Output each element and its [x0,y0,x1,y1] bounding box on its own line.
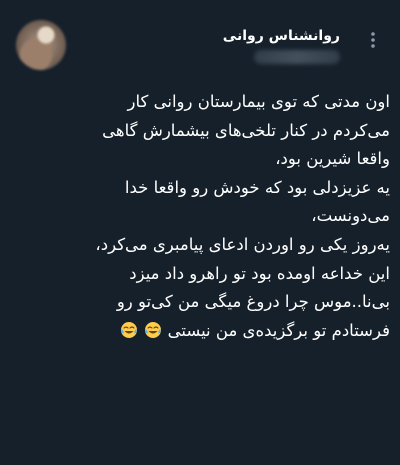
tweet-line: واقعا شیرین بود، [275,149,390,169]
tweet-line: یه‌روز یکی رو اوردن ادعای پیامبری می‌کرد… [95,234,390,254]
tweet-line-last: فرستادم تو برگزیده‌ی من نیستی 😂😂 [16,317,390,346]
tweet-line: یه عزیزدلی بود که خودش رو واقعا خدا [124,177,390,197]
tweet-header: روانشناس روانی [0,0,400,80]
more-options-button[interactable] [363,30,383,50]
author-names: روانشناس روانی [70,26,340,64]
tweet-line-last-text: فرستادم تو برگزیده‌ی من نیستی [167,320,390,340]
tweet-emoji-text: 😂😂 [167,317,168,318]
tears-of-joy-icon [121,321,138,338]
tweet-card: روانشناس روانی اون مدتی که توی بیمارستان… [0,0,400,465]
tweet-line: اون مدتی که توی بیمارستان روانی کار [127,92,391,111]
avatar[interactable] [16,20,66,70]
tears-of-joy-icon [145,321,162,338]
tweet-line: می‌کردم در کنار تلخی‌های بیشمارش گاهی [102,120,390,140]
handle-blurred [254,50,340,64]
tweet-line: بی‌نا..موس چرا دروغ میگی من کی‌تو رو [116,292,390,312]
more-vertical-icon [371,32,375,48]
tweet-text: اون مدتی که توی بیمارستان روانی کار می‌ک… [16,88,390,345]
display-name[interactable]: روانشناس روانی [70,26,340,46]
tweet-line: این خداعه اومده بود تو راهرو داد میزد [129,263,390,283]
tweet-line: می‌دونست، [311,206,390,226]
